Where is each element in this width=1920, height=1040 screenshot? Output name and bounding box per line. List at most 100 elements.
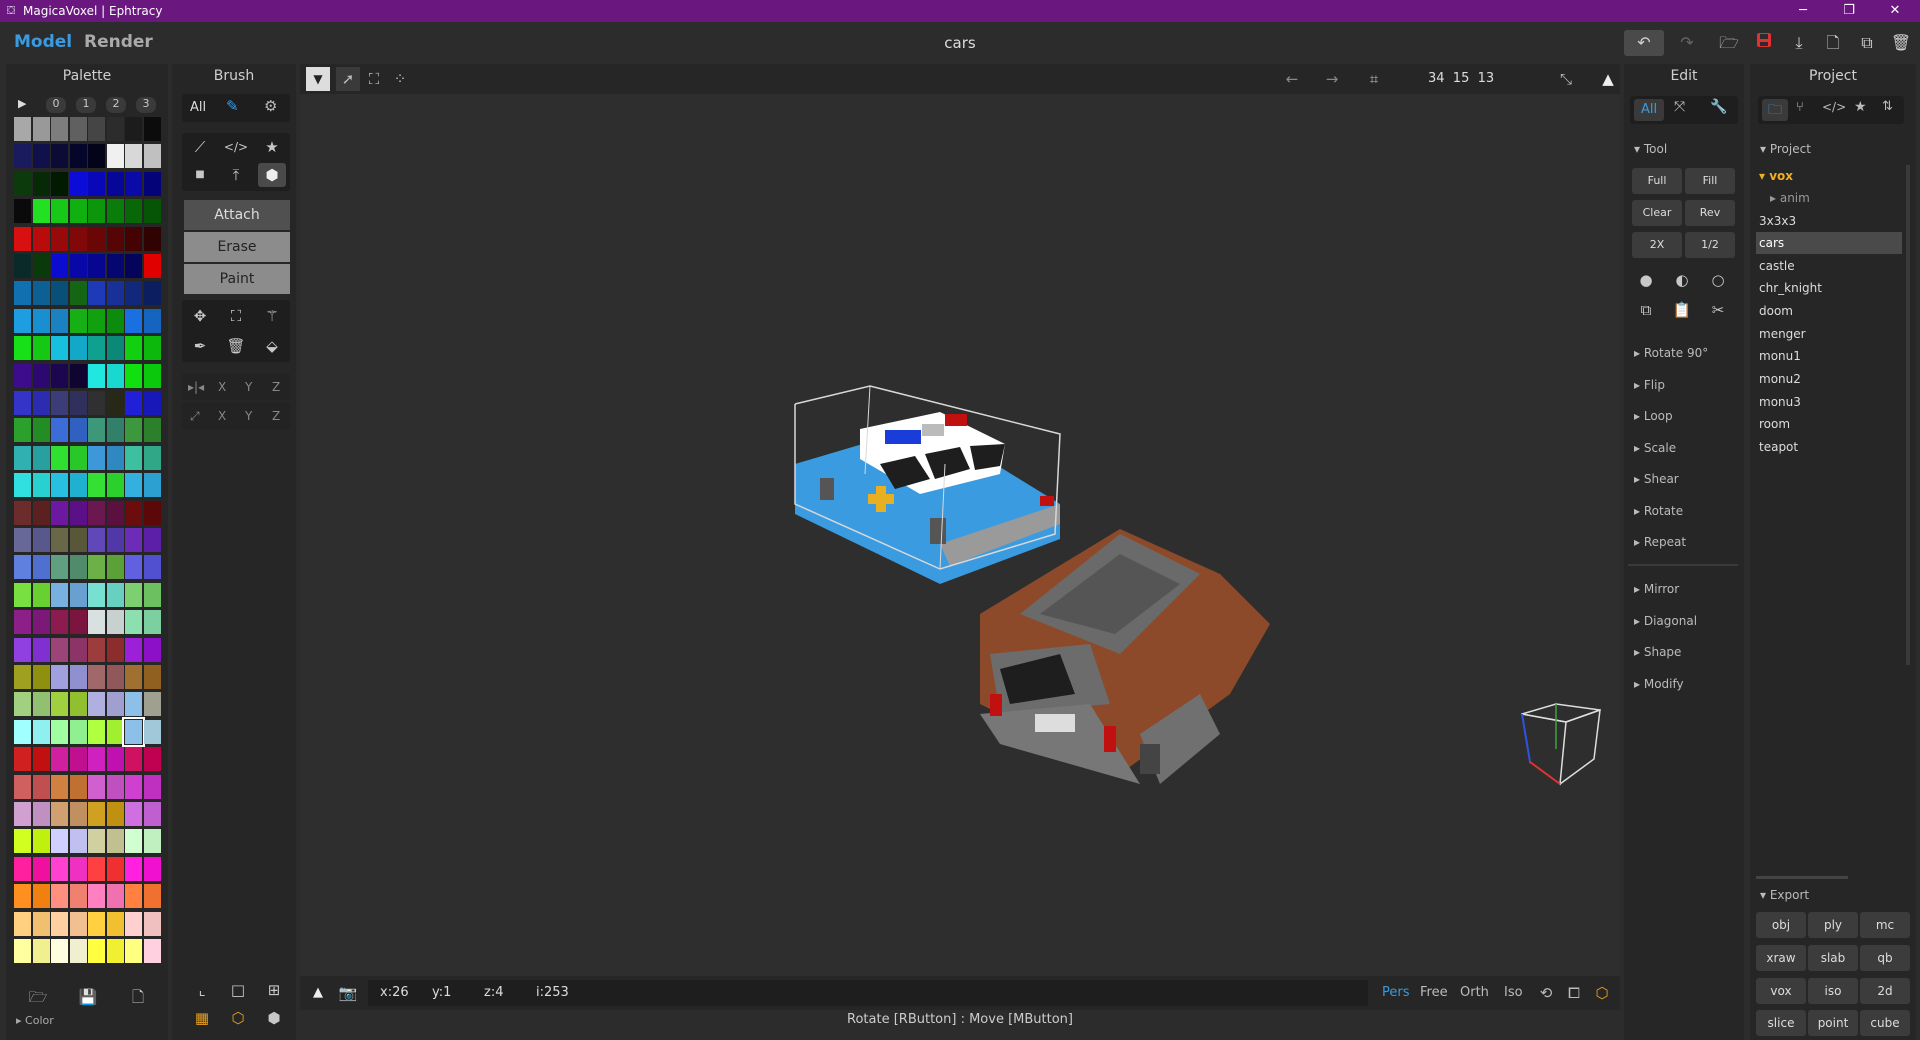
palette-swatch[interactable] [69, 391, 87, 415]
collapse-up-icon[interactable]: ▲ [1596, 67, 1620, 91]
palette-swatch[interactable] [143, 281, 161, 306]
palette-swatch[interactable] [88, 637, 105, 662]
palette-swatch[interactable] [51, 144, 68, 169]
palette-swatch[interactable] [125, 226, 142, 251]
file-item[interactable]: room [1756, 413, 1902, 435]
palette-swatch[interactable] [69, 500, 87, 525]
paint-mode-button[interactable]: Paint [184, 264, 290, 294]
palette-swatch[interactable] [143, 719, 161, 744]
palette-swatch[interactable] [69, 473, 87, 498]
palette-swatch[interactable] [125, 774, 142, 799]
edit-wrench-icon[interactable]: 🔧 [1710, 99, 1727, 115]
project-star-icon[interactable]: ★ [1854, 99, 1867, 115]
project-folder-icon[interactable]: 🗀 [1762, 99, 1788, 121]
delete-icon[interactable]: 🗑 [1886, 30, 1916, 56]
code-brush-icon[interactable]: </> [222, 135, 250, 159]
palette-swatch[interactable] [88, 144, 105, 169]
palette-swatch[interactable] [69, 774, 87, 799]
palette-color-section[interactable]: ▸ Color [16, 1014, 54, 1027]
palette-swatch[interactable] [88, 445, 105, 470]
maximize-button[interactable]: ❐ [1826, 0, 1872, 22]
palette-swatch[interactable] [106, 199, 124, 224]
palette-swatch[interactable] [32, 308, 50, 333]
palette-swatch[interactable] [143, 391, 161, 415]
object-cube-icon[interactable]: ⬡ [224, 1006, 252, 1030]
palette-swatch[interactable] [125, 254, 142, 278]
palette-swatch[interactable] [51, 226, 68, 251]
file-item[interactable]: castle [1756, 255, 1902, 277]
select-region-icon[interactable]: ⛶ [222, 304, 250, 328]
palette-swatch[interactable] [69, 665, 87, 689]
palette-swatch[interactable] [106, 610, 124, 635]
tool-section-header[interactable]: ▾ Tool [1634, 142, 1667, 156]
palette-swatch[interactable] [14, 281, 31, 306]
palette-swatch[interactable] [106, 582, 124, 607]
palette-swatch[interactable] [69, 281, 87, 306]
palette-swatch[interactable] [106, 254, 124, 278]
reset-camera-icon[interactable]: ⟲ [1534, 981, 1558, 1005]
brush-filter-all[interactable]: All [190, 100, 206, 115]
palette-swatch[interactable] [106, 747, 124, 772]
palette-swatch[interactable] [69, 692, 87, 717]
palette-swatch[interactable] [32, 226, 50, 251]
palette-swatch[interactable] [143, 637, 161, 662]
palette-swatch[interactable] [106, 884, 124, 909]
palette-swatch[interactable] [106, 391, 124, 415]
palette-swatch[interactable] [51, 802, 68, 826]
project-sort-icon[interactable]: ⇅ [1882, 99, 1893, 114]
palette-swatch[interactable] [143, 555, 161, 580]
palette-swatch[interactable] [14, 555, 31, 580]
palette-swatch[interactable] [106, 911, 124, 936]
palette-swatch[interactable] [32, 144, 50, 169]
palette-swatch[interactable] [143, 829, 161, 854]
palette-swatch[interactable] [69, 610, 87, 635]
tab-model[interactable]: Model [14, 32, 72, 52]
palette-swatch[interactable] [106, 281, 124, 306]
palette-swatch[interactable] [32, 582, 50, 607]
model-dimensions[interactable]: 34 15 13 [1428, 71, 1494, 86]
file-item[interactable]: menger [1756, 323, 1902, 345]
export-iso-button[interactable]: iso [1808, 978, 1858, 1004]
box-select-icon[interactable]: ⛶ [362, 67, 386, 91]
palette-swatch[interactable] [69, 884, 87, 909]
palette-swatch[interactable] [106, 473, 124, 498]
empty-circle-icon[interactable]: ○ [1704, 268, 1732, 292]
mirror-y-toggle[interactable]: Y [245, 380, 252, 394]
file-item[interactable]: 3x3x3 [1756, 210, 1902, 232]
palette-swatch[interactable] [69, 336, 87, 361]
palette-swatch[interactable] [51, 473, 68, 498]
palette-swatch[interactable] [14, 747, 31, 772]
palette-swatch[interactable] [125, 445, 142, 470]
palette-swatch[interactable] [143, 692, 161, 717]
palette-swatch[interactable] [51, 199, 68, 224]
palette-swatch[interactable] [14, 665, 31, 689]
palette-swatch[interactable] [32, 856, 50, 881]
palette-swatch[interactable] [143, 747, 161, 772]
export-mc-button[interactable]: mc [1860, 912, 1910, 938]
palette-swatch[interactable] [125, 308, 142, 333]
palette-swatch[interactable] [88, 528, 105, 552]
palette-swatch[interactable] [69, 308, 87, 333]
palette-swatch[interactable] [69, 418, 87, 443]
file-item[interactable]: doom [1756, 300, 1902, 322]
palette-swatch[interactable] [32, 692, 50, 717]
palette-swatch[interactable] [88, 856, 105, 881]
palette-swatch[interactable] [143, 171, 161, 196]
palette-swatch[interactable] [125, 500, 142, 525]
palette-swatch[interactable] [143, 363, 161, 388]
palette-swatch[interactable] [14, 308, 31, 333]
tool-fill-button[interactable]: Fill [1685, 168, 1735, 194]
palette-swatch[interactable] [32, 391, 50, 415]
palette-swatch[interactable] [14, 117, 31, 141]
section-rotate-90[interactable]: ▸ Rotate 90° [1634, 346, 1708, 360]
section-modify[interactable]: ▸ Modify [1634, 677, 1684, 691]
palette-swatch[interactable] [143, 528, 161, 552]
palette-swatch[interactable] [106, 829, 124, 854]
palette-swatch[interactable] [32, 774, 50, 799]
palette-swatch[interactable] [143, 336, 161, 361]
palette-swatch[interactable] [51, 637, 68, 662]
expand-up-icon[interactable]: ▲ [306, 981, 330, 1005]
palette-swatch[interactable] [125, 802, 142, 826]
palette-swatch[interactable] [51, 391, 68, 415]
palette-swatch[interactable] [69, 939, 87, 963]
